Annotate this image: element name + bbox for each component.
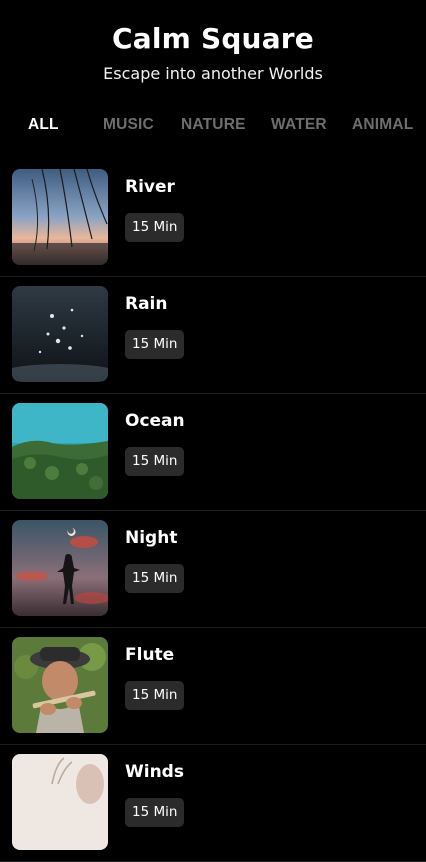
- list-item-ocean[interactable]: Ocean 15 Min: [0, 394, 426, 511]
- item-title: Rain: [125, 294, 168, 314]
- item-title: Ocean: [125, 411, 185, 431]
- duration-badge: 15 Min: [125, 330, 185, 359]
- item-title: Flute: [125, 645, 175, 665]
- item-title: Winds: [125, 762, 184, 782]
- flute-thumbnail: [12, 637, 108, 733]
- list-item-river[interactable]: River 15 Min: [0, 160, 426, 277]
- item-title: River: [125, 177, 175, 197]
- category-tabs: ALL MUSIC NATURE WATER ANIMAL: [0, 116, 426, 138]
- app-subtitle: Escape into another Worlds: [103, 64, 323, 83]
- list-item-winds[interactable]: Winds 15 Min: [0, 745, 426, 862]
- list-item-rain[interactable]: Rain 15 Min: [0, 277, 426, 394]
- tab-music[interactable]: MUSIC: [103, 116, 154, 134]
- item-title: Night: [125, 528, 178, 548]
- rain-thumbnail: [12, 286, 108, 382]
- tab-nature[interactable]: NATURE: [181, 116, 246, 134]
- winds-thumbnail: [12, 754, 108, 850]
- duration-badge: 15 Min: [125, 798, 185, 827]
- tab-water[interactable]: WATER: [271, 116, 327, 134]
- ocean-thumbnail: [12, 403, 108, 499]
- sound-list: River 15 Min Rain 15 Min Ocean 15 Min Ni…: [0, 160, 426, 862]
- tab-all[interactable]: ALL: [28, 116, 59, 134]
- night-thumbnail: [12, 520, 108, 616]
- river-thumbnail: [12, 169, 108, 265]
- list-item-night[interactable]: Night 15 Min: [0, 511, 426, 628]
- tab-animal[interactable]: ANIMAL: [352, 116, 413, 134]
- duration-badge: 15 Min: [125, 681, 185, 710]
- duration-badge: 15 Min: [125, 564, 185, 593]
- list-item-flute[interactable]: Flute 15 Min: [0, 628, 426, 745]
- duration-badge: 15 Min: [125, 447, 185, 476]
- app-title: Calm Square: [111, 22, 314, 55]
- duration-badge: 15 Min: [125, 213, 185, 242]
